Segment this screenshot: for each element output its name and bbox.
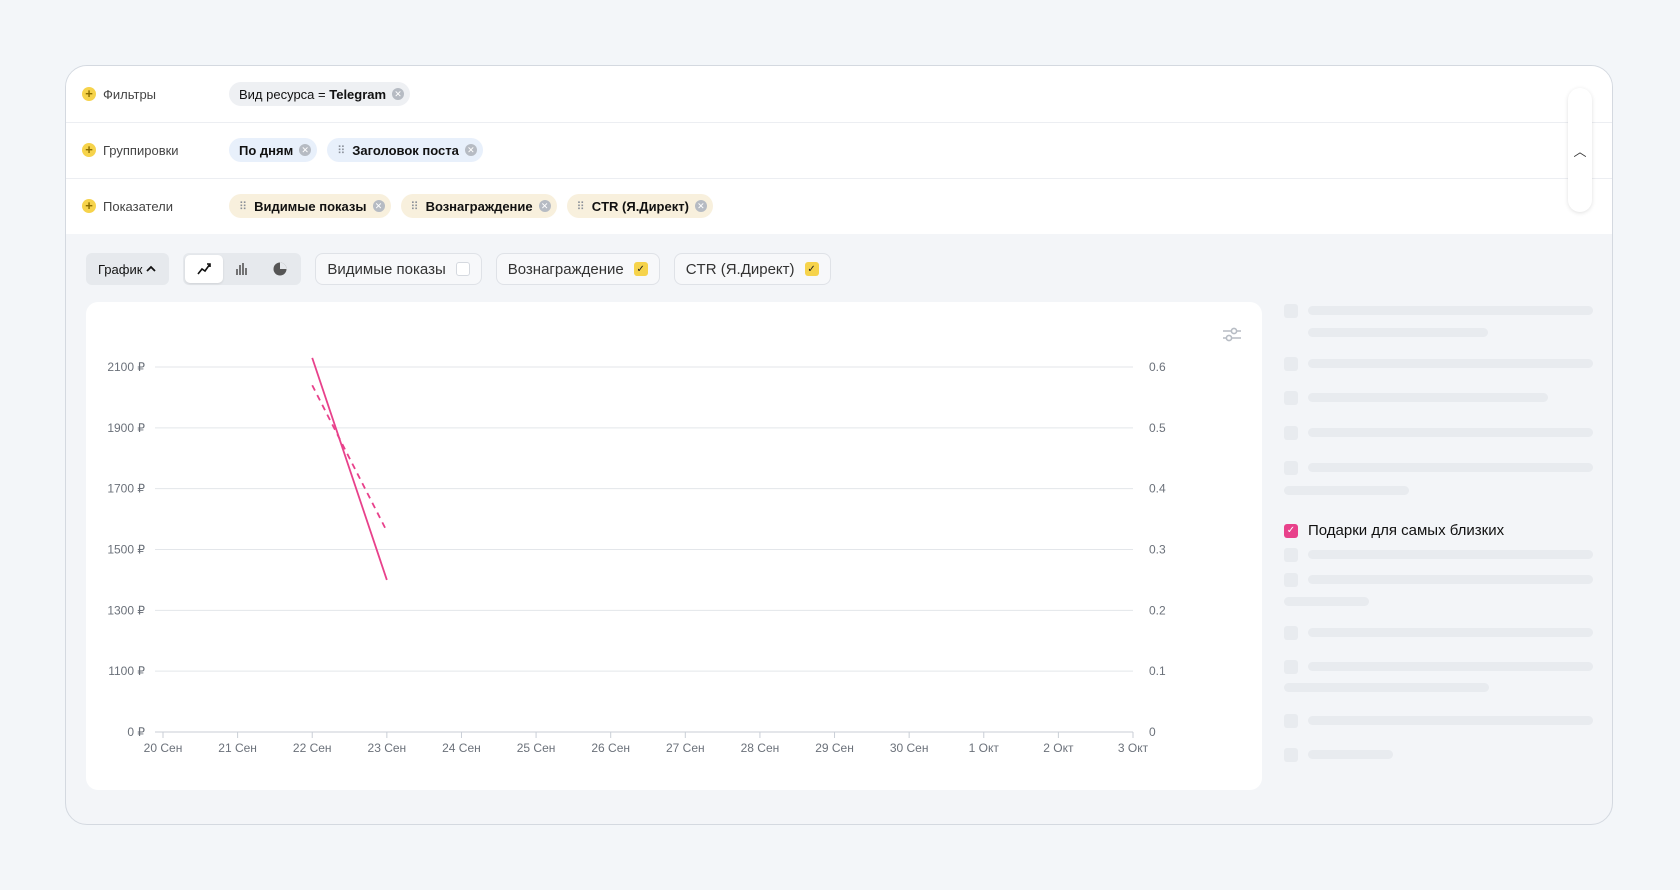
pie-chart-icon bbox=[273, 262, 287, 276]
remove-chip-icon[interactable]: ✕ bbox=[538, 200, 551, 212]
metric-chip-ctr[interactable]: ⠿ CTR (Я.Директ) ✕ bbox=[566, 194, 713, 218]
y-right-tick-label: 0.1 bbox=[1149, 664, 1166, 678]
chart-toolbar: График Видимые показы Вознаграждение ✓ C… bbox=[86, 252, 831, 286]
y-left-tick-label: 1700 ₽ bbox=[107, 482, 145, 496]
remove-chip-icon[interactable]: ✕ bbox=[392, 88, 405, 100]
y-right-tick-label: 0.5 bbox=[1149, 421, 1166, 435]
checkbox-checked-icon[interactable]: ✓ bbox=[804, 262, 819, 276]
x-tick-label: 22 Сен bbox=[293, 741, 332, 755]
view-select-label: График bbox=[98, 261, 143, 277]
metric-toggle-reward[interactable]: Вознаграждение ✓ bbox=[495, 253, 660, 285]
x-tick-label: 30 Сен bbox=[890, 741, 929, 755]
chevron-up-icon bbox=[146, 265, 157, 272]
metric-chip-label: CTR (Я.Директ) bbox=[591, 198, 689, 214]
filters-label[interactable]: Фильтры bbox=[103, 87, 156, 102]
line-chart-button[interactable] bbox=[185, 255, 224, 283]
x-tick-label: 2 Окт bbox=[1043, 741, 1074, 755]
filter-section: + Фильтры Вид ресурса = Telegram ✕ + Гру… bbox=[66, 66, 1612, 234]
metrics-row: + Показатели ⠿ Видимые показы ✕ ⠿ Вознаг… bbox=[66, 178, 1612, 234]
line-chart-icon bbox=[197, 263, 212, 275]
metric-toggle-label: CTR (Я.Директ) bbox=[685, 260, 795, 278]
series-line-reward bbox=[311, 357, 388, 581]
filter-chip-value: Telegram bbox=[329, 86, 387, 102]
view-select-button[interactable]: График bbox=[86, 253, 170, 285]
x-tick-label: 20 Сен bbox=[144, 741, 183, 755]
remove-chip-icon[interactable]: ✕ bbox=[694, 200, 707, 212]
x-tick-label: 21 Сен bbox=[218, 741, 257, 755]
chevron-up-icon: ︿ bbox=[1573, 143, 1587, 159]
series-line-ctr bbox=[311, 384, 388, 532]
filter-chip-prefix: Вид ресурса = bbox=[239, 86, 326, 102]
x-tick-label: 1 Окт bbox=[969, 741, 1000, 755]
add-grouping-icon[interactable]: + bbox=[82, 143, 96, 157]
y-right-tick-label: 0.3 bbox=[1149, 543, 1166, 557]
filters-row: + Фильтры Вид ресурса = Telegram ✕ bbox=[66, 66, 1612, 123]
drag-handle-icon[interactable]: ⠿ bbox=[577, 200, 585, 213]
bar-chart-button[interactable] bbox=[223, 255, 261, 283]
filter-chip[interactable]: Вид ресурса = Telegram ✕ bbox=[229, 82, 411, 106]
metric-toggle-label: Видимые показы bbox=[327, 260, 446, 278]
legend-item-label: Подарки для самых близких bbox=[1308, 522, 1505, 539]
drag-handle-icon[interactable]: ⠿ bbox=[239, 200, 247, 213]
grouping-chip-days[interactable]: По дням ✕ bbox=[229, 138, 318, 162]
line-chart: 0 ₽ 1100 ₽ 1300 ₽ 1500 ₽ 1700 ₽ 1900 ₽ 2100 ₽ 0… bbox=[107, 327, 1241, 755]
metrics-label[interactable]: Показатели bbox=[103, 199, 173, 214]
grouping-chip-label: Заголовок поста bbox=[352, 142, 459, 158]
y-left-tick-label: 2100 ₽ bbox=[107, 360, 145, 374]
remove-chip-icon[interactable]: ✕ bbox=[299, 144, 312, 156]
drag-handle-icon[interactable]: ⠿ bbox=[337, 144, 345, 157]
add-metric-icon[interactable]: + bbox=[82, 199, 96, 213]
metric-toggle-label: Вознаграждение bbox=[507, 260, 624, 278]
groupings-label[interactable]: Группировки bbox=[103, 143, 179, 158]
metric-toggle-visible-impressions[interactable]: Видимые показы bbox=[315, 253, 482, 285]
chart-area: 0 ₽ 1100 ₽ 1300 ₽ 1500 ₽ 1700 ₽ 1900 ₽ 2100 ₽ 0… bbox=[86, 302, 1262, 790]
y-left-tick-label: 0 ₽ bbox=[127, 725, 145, 739]
y-left-tick-label: 1100 ₽ bbox=[108, 664, 145, 678]
x-tick-label: 28 Сен bbox=[741, 741, 780, 755]
series-legend: ✓ Подарки для самых близких bbox=[1284, 302, 1594, 762]
y-right-tick-label: 0.2 bbox=[1149, 603, 1166, 617]
x-tick-label: 24 Сен bbox=[442, 741, 481, 755]
remove-chip-icon[interactable]: ✕ bbox=[464, 144, 477, 156]
x-tick-label: 23 Сен bbox=[368, 741, 407, 755]
bar-chart-icon bbox=[236, 263, 248, 275]
x-tick-label: 3 Окт bbox=[1118, 741, 1149, 755]
legend-item-selected[interactable]: ✓ Подарки для самых близких bbox=[1284, 522, 1504, 539]
chart-type-switch bbox=[183, 253, 302, 285]
y-left-tick-label: 1500 ₽ bbox=[107, 543, 145, 557]
remove-chip-icon[interactable]: ✕ bbox=[372, 200, 385, 212]
report-panel: + Фильтры Вид ресурса = Telegram ✕ + Гру… bbox=[65, 65, 1613, 825]
grouping-chip-post-title[interactable]: ⠿ Заголовок поста ✕ bbox=[327, 138, 483, 162]
metric-toggle-ctr[interactable]: CTR (Я.Директ) ✓ bbox=[673, 253, 831, 285]
checkbox-checked-icon[interactable]: ✓ bbox=[1284, 523, 1298, 538]
checkbox-checked-icon[interactable]: ✓ bbox=[633, 262, 648, 276]
chart-settings-icon[interactable] bbox=[1223, 327, 1241, 342]
x-tick-label: 27 Сен bbox=[666, 741, 705, 755]
metric-chip-visible-impressions[interactable]: ⠿ Видимые показы ✕ bbox=[229, 194, 391, 218]
groupings-row: + Группировки По дням ✕ ⠿ Заголовок пост… bbox=[66, 122, 1612, 179]
x-tick-label: 29 Сен bbox=[815, 741, 854, 755]
grouping-chip-label: По дням bbox=[239, 142, 294, 158]
y-right-tick-label: 0.4 bbox=[1149, 482, 1166, 496]
add-filter-icon[interactable]: + bbox=[82, 87, 96, 101]
metric-chip-label: Видимые показы bbox=[254, 198, 367, 214]
y-right-tick-label: 0 bbox=[1149, 725, 1156, 739]
y-left-tick-label: 1300 ₽ bbox=[107, 603, 145, 617]
collapse-filters-button[interactable]: ︿ bbox=[1568, 88, 1592, 212]
y-left-tick-label: 1900 ₽ bbox=[107, 421, 145, 435]
metric-chip-label: Вознаграждение bbox=[425, 198, 533, 214]
checkbox-icon[interactable] bbox=[455, 262, 470, 276]
y-right-tick-label: 0.6 bbox=[1149, 360, 1166, 374]
metric-chip-reward[interactable]: ⠿ Вознаграждение ✕ bbox=[400, 194, 557, 218]
x-tick-label: 25 Сен bbox=[517, 741, 556, 755]
pie-chart-button[interactable] bbox=[261, 255, 299, 283]
drag-handle-icon[interactable]: ⠿ bbox=[411, 200, 419, 213]
x-tick-label: 26 Сен bbox=[591, 741, 630, 755]
